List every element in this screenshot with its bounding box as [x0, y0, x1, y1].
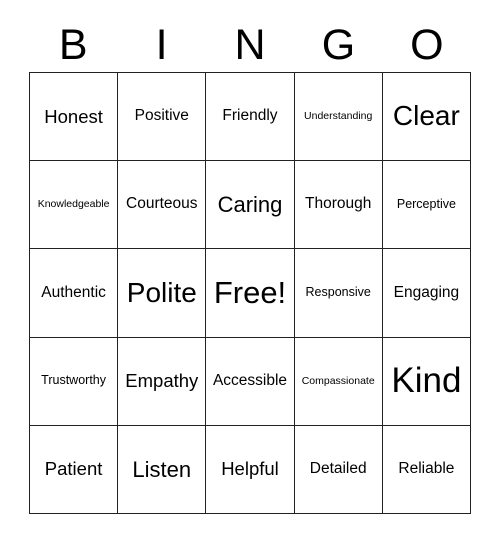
bingo-cell-label: Responsive	[305, 285, 371, 300]
bingo-cell-n1[interactable]: Friendly	[206, 73, 295, 162]
bingo-cell-label: Accessible	[212, 371, 288, 389]
bingo-cell-label: Perceptive	[396, 197, 456, 212]
bingo-cell-b2[interactable]: Knowledgeable	[30, 161, 119, 250]
bingo-cell-label: Authentic	[41, 283, 106, 301]
bingo-cell-label: Compassionate	[301, 374, 375, 387]
bingo-cell-o2[interactable]: Perceptive	[382, 161, 471, 250]
bingo-cell-label: Listen	[132, 456, 192, 482]
bingo-cell-i3[interactable]: Polite	[118, 249, 207, 338]
bingo-cell-i2[interactable]: Courteous	[118, 161, 207, 250]
bingo-cell-i5[interactable]: Listen	[118, 425, 207, 514]
bingo-free-space-label: Free!	[213, 275, 287, 311]
bingo-cell-b3[interactable]: Authentic	[30, 249, 119, 338]
bingo-cell-o4[interactable]: Kind	[382, 337, 471, 426]
bingo-cell-g4[interactable]: Compassionate	[294, 337, 383, 426]
bingo-cell-label: Reliable	[398, 460, 455, 478]
bingo-cell-b5[interactable]: Patient	[30, 425, 119, 514]
bingo-card: B I N G O Honest Positive Friendly Under…	[0, 0, 500, 544]
bingo-cell-label: Caring	[217, 191, 283, 217]
bingo-header-letter-o: O	[410, 21, 444, 69]
bingo-header-letter-n: N	[234, 21, 266, 69]
bingo-cell-label: Friendly	[222, 107, 278, 125]
bingo-cell-label: Engaging	[393, 283, 460, 301]
bingo-grid: Honest Positive Friendly Understanding C…	[29, 72, 471, 514]
bingo-header-letter-i: I	[155, 21, 168, 69]
bingo-cell-g1[interactable]: Understanding	[294, 73, 383, 162]
bingo-cell-n2[interactable]: Caring	[206, 161, 295, 250]
bingo-cell-i4[interactable]: Empathy	[118, 337, 207, 426]
bingo-cell-g3[interactable]: Responsive	[294, 249, 383, 338]
bingo-cell-label: Thorough	[305, 195, 372, 213]
bingo-cell-o1[interactable]: Clear	[382, 73, 471, 162]
bingo-cell-g2[interactable]: Thorough	[294, 161, 383, 250]
bingo-cell-o5[interactable]: Reliable	[382, 425, 471, 514]
bingo-cell-label: Trustworthy	[41, 373, 106, 388]
bingo-cell-label: Helpful	[221, 458, 279, 480]
bingo-header-letter-b: B	[58, 21, 88, 69]
bingo-cell-n4[interactable]: Accessible	[206, 337, 295, 426]
bingo-cell-b1[interactable]: Honest	[30, 73, 119, 162]
bingo-cell-label: Courteous	[126, 195, 198, 213]
bingo-cell-label: Knowledgeable	[37, 198, 110, 211]
bingo-cell-g5[interactable]: Detailed	[294, 425, 383, 514]
bingo-cell-o3[interactable]: Engaging	[382, 249, 471, 338]
bingo-cell-label: Patient	[44, 458, 103, 480]
bingo-cell-label: Honest	[44, 105, 103, 127]
bingo-cell-b4[interactable]: Trustworthy	[30, 337, 119, 426]
bingo-cell-i1[interactable]: Positive	[118, 73, 207, 162]
bingo-cell-free-space[interactable]: Free!	[206, 249, 295, 338]
bingo-cell-label: Positive	[134, 107, 189, 125]
bingo-cell-label: Detailed	[309, 460, 367, 478]
bingo-header-row: B I N G O	[29, 18, 471, 72]
bingo-cell-label: Polite	[126, 276, 197, 308]
bingo-cell-label: Understanding	[304, 109, 373, 122]
bingo-header-letter-g: G	[321, 21, 356, 69]
bingo-cell-n5[interactable]: Helpful	[206, 425, 295, 514]
bingo-cell-label: Empathy	[125, 370, 199, 392]
bingo-cell-label: Clear	[392, 100, 460, 132]
bingo-cell-label: Kind	[391, 361, 462, 401]
